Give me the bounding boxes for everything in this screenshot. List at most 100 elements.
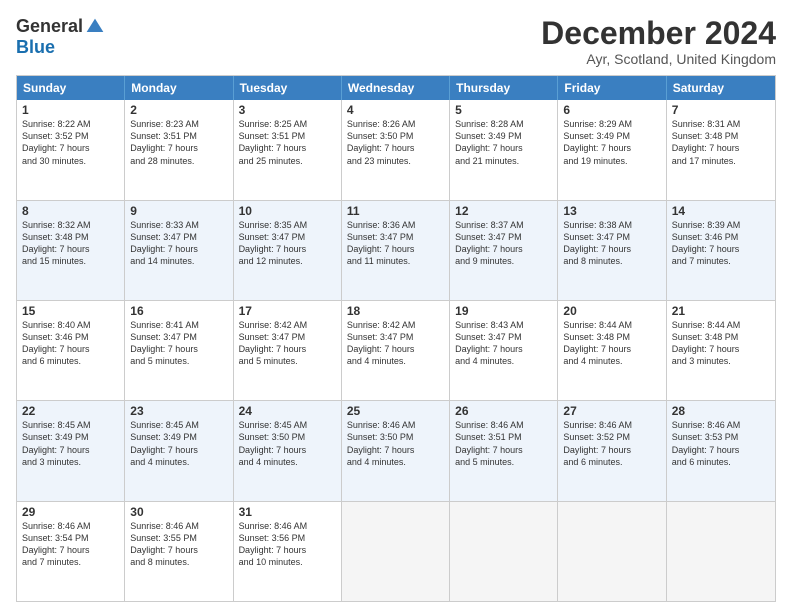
cell-info: Sunrise: 8:36 AMSunset: 3:47 PMDaylight:… [347,220,416,266]
cal-cell: 28 Sunrise: 8:46 AMSunset: 3:53 PMDaylig… [667,401,775,500]
day-number: 11 [347,204,444,218]
cal-cell [342,502,450,601]
header-wednesday: Wednesday [342,76,450,100]
cal-cell: 2 Sunrise: 8:23 AMSunset: 3:51 PMDayligh… [125,100,233,199]
day-number: 19 [455,304,552,318]
cal-cell: 19 Sunrise: 8:43 AMSunset: 3:47 PMDaylig… [450,301,558,400]
cell-info: Sunrise: 8:37 AMSunset: 3:47 PMDaylight:… [455,220,524,266]
header-sunday: Sunday [17,76,125,100]
cell-info: Sunrise: 8:31 AMSunset: 3:48 PMDaylight:… [672,119,741,165]
cal-cell: 12 Sunrise: 8:37 AMSunset: 3:47 PMDaylig… [450,201,558,300]
cell-info: Sunrise: 8:25 AMSunset: 3:51 PMDaylight:… [239,119,308,165]
day-number: 5 [455,103,552,117]
cal-cell: 7 Sunrise: 8:31 AMSunset: 3:48 PMDayligh… [667,100,775,199]
title-block: December 2024 Ayr, Scotland, United King… [541,16,776,67]
cell-info: Sunrise: 8:46 AMSunset: 3:55 PMDaylight:… [130,521,199,567]
cell-info: Sunrise: 8:46 AMSunset: 3:52 PMDaylight:… [563,420,632,466]
day-number: 17 [239,304,336,318]
cal-cell: 16 Sunrise: 8:41 AMSunset: 3:47 PMDaylig… [125,301,233,400]
cal-cell: 27 Sunrise: 8:46 AMSunset: 3:52 PMDaylig… [558,401,666,500]
cell-info: Sunrise: 8:40 AMSunset: 3:46 PMDaylight:… [22,320,91,366]
cell-info: Sunrise: 8:44 AMSunset: 3:48 PMDaylight:… [672,320,741,366]
day-number: 28 [672,404,770,418]
day-number: 26 [455,404,552,418]
cal-cell: 11 Sunrise: 8:36 AMSunset: 3:47 PMDaylig… [342,201,450,300]
day-number: 30 [130,505,227,519]
header: General Blue December 2024 Ayr, Scotland… [16,16,776,67]
cal-cell: 22 Sunrise: 8:45 AMSunset: 3:49 PMDaylig… [17,401,125,500]
cal-cell: 9 Sunrise: 8:33 AMSunset: 3:47 PMDayligh… [125,201,233,300]
page: General Blue December 2024 Ayr, Scotland… [0,0,792,612]
cal-cell: 4 Sunrise: 8:26 AMSunset: 3:50 PMDayligh… [342,100,450,199]
day-number: 7 [672,103,770,117]
cal-cell: 10 Sunrise: 8:35 AMSunset: 3:47 PMDaylig… [234,201,342,300]
cal-cell: 25 Sunrise: 8:46 AMSunset: 3:50 PMDaylig… [342,401,450,500]
header-monday: Monday [125,76,233,100]
cell-info: Sunrise: 8:26 AMSunset: 3:50 PMDaylight:… [347,119,416,165]
cell-info: Sunrise: 8:28 AMSunset: 3:49 PMDaylight:… [455,119,524,165]
cal-cell: 29 Sunrise: 8:46 AMSunset: 3:54 PMDaylig… [17,502,125,601]
day-number: 9 [130,204,227,218]
header-saturday: Saturday [667,76,775,100]
cell-info: Sunrise: 8:35 AMSunset: 3:47 PMDaylight:… [239,220,308,266]
header-thursday: Thursday [450,76,558,100]
day-number: 3 [239,103,336,117]
cal-cell: 26 Sunrise: 8:46 AMSunset: 3:51 PMDaylig… [450,401,558,500]
cal-cell: 31 Sunrise: 8:46 AMSunset: 3:56 PMDaylig… [234,502,342,601]
cell-info: Sunrise: 8:42 AMSunset: 3:47 PMDaylight:… [239,320,308,366]
logo: General Blue [16,16,105,58]
cal-cell: 6 Sunrise: 8:29 AMSunset: 3:49 PMDayligh… [558,100,666,199]
day-number: 6 [563,103,660,117]
cal-cell: 30 Sunrise: 8:46 AMSunset: 3:55 PMDaylig… [125,502,233,601]
day-number: 12 [455,204,552,218]
calendar-body: 1 Sunrise: 8:22 AMSunset: 3:52 PMDayligh… [17,100,775,601]
header-tuesday: Tuesday [234,76,342,100]
cell-info: Sunrise: 8:46 AMSunset: 3:51 PMDaylight:… [455,420,524,466]
cal-cell [558,502,666,601]
cal-cell: 18 Sunrise: 8:42 AMSunset: 3:47 PMDaylig… [342,301,450,400]
cell-info: Sunrise: 8:46 AMSunset: 3:56 PMDaylight:… [239,521,308,567]
cal-cell: 21 Sunrise: 8:44 AMSunset: 3:48 PMDaylig… [667,301,775,400]
cal-cell: 17 Sunrise: 8:42 AMSunset: 3:47 PMDaylig… [234,301,342,400]
cell-info: Sunrise: 8:45 AMSunset: 3:50 PMDaylight:… [239,420,308,466]
cal-cell: 1 Sunrise: 8:22 AMSunset: 3:52 PMDayligh… [17,100,125,199]
calendar-row-4: 29 Sunrise: 8:46 AMSunset: 3:54 PMDaylig… [17,502,775,601]
cell-info: Sunrise: 8:46 AMSunset: 3:54 PMDaylight:… [22,521,91,567]
calendar: Sunday Monday Tuesday Wednesday Thursday… [16,75,776,602]
cell-info: Sunrise: 8:45 AMSunset: 3:49 PMDaylight:… [22,420,91,466]
cell-info: Sunrise: 8:33 AMSunset: 3:47 PMDaylight:… [130,220,199,266]
day-number: 25 [347,404,444,418]
cal-cell [667,502,775,601]
cal-cell: 24 Sunrise: 8:45 AMSunset: 3:50 PMDaylig… [234,401,342,500]
cal-cell: 23 Sunrise: 8:45 AMSunset: 3:49 PMDaylig… [125,401,233,500]
cell-info: Sunrise: 8:42 AMSunset: 3:47 PMDaylight:… [347,320,416,366]
cell-info: Sunrise: 8:41 AMSunset: 3:47 PMDaylight:… [130,320,199,366]
month-title: December 2024 [541,16,776,51]
day-number: 8 [22,204,119,218]
calendar-row-3: 22 Sunrise: 8:45 AMSunset: 3:49 PMDaylig… [17,401,775,501]
day-number: 14 [672,204,770,218]
cell-info: Sunrise: 8:39 AMSunset: 3:46 PMDaylight:… [672,220,741,266]
cell-info: Sunrise: 8:22 AMSunset: 3:52 PMDaylight:… [22,119,91,165]
cell-info: Sunrise: 8:46 AMSunset: 3:53 PMDaylight:… [672,420,741,466]
cell-info: Sunrise: 8:44 AMSunset: 3:48 PMDaylight:… [563,320,632,366]
cal-cell: 3 Sunrise: 8:25 AMSunset: 3:51 PMDayligh… [234,100,342,199]
logo-blue-text: Blue [16,37,55,58]
calendar-header: Sunday Monday Tuesday Wednesday Thursday… [17,76,775,100]
cell-info: Sunrise: 8:29 AMSunset: 3:49 PMDaylight:… [563,119,632,165]
cal-cell: 13 Sunrise: 8:38 AMSunset: 3:47 PMDaylig… [558,201,666,300]
day-number: 10 [239,204,336,218]
day-number: 2 [130,103,227,117]
cell-info: Sunrise: 8:38 AMSunset: 3:47 PMDaylight:… [563,220,632,266]
cell-info: Sunrise: 8:43 AMSunset: 3:47 PMDaylight:… [455,320,524,366]
cal-cell: 15 Sunrise: 8:40 AMSunset: 3:46 PMDaylig… [17,301,125,400]
day-number: 16 [130,304,227,318]
cell-info: Sunrise: 8:32 AMSunset: 3:48 PMDaylight:… [22,220,91,266]
day-number: 22 [22,404,119,418]
day-number: 1 [22,103,119,117]
calendar-row-2: 15 Sunrise: 8:40 AMSunset: 3:46 PMDaylig… [17,301,775,401]
day-number: 20 [563,304,660,318]
cal-cell: 20 Sunrise: 8:44 AMSunset: 3:48 PMDaylig… [558,301,666,400]
day-number: 27 [563,404,660,418]
day-number: 15 [22,304,119,318]
